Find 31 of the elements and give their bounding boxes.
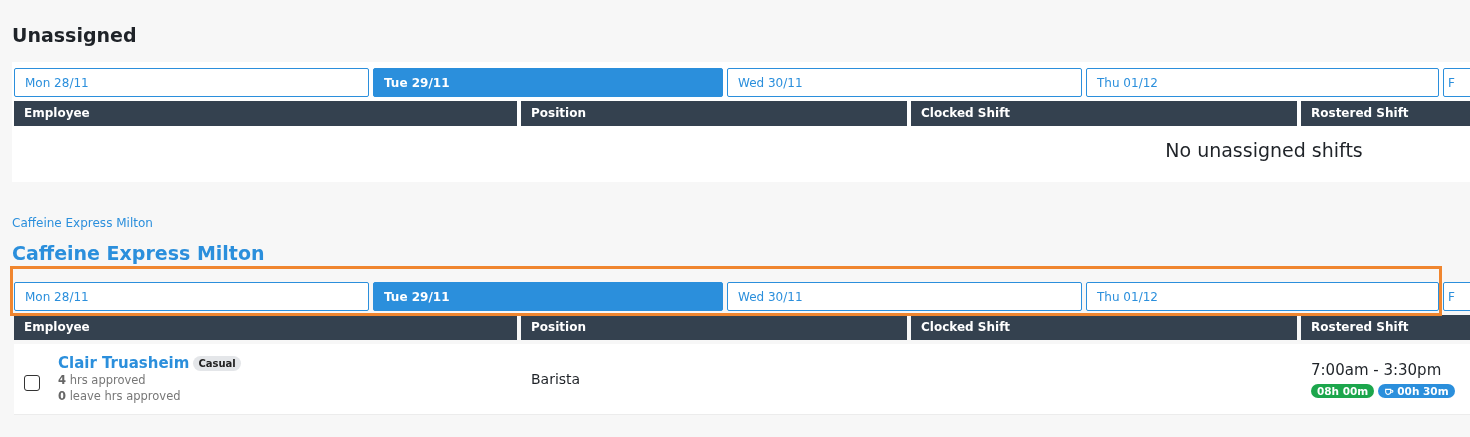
column-header: Rostered Shift — [1301, 101, 1470, 126]
day-tab[interactable]: Thu 01/12 — [1086, 68, 1439, 97]
day-tab[interactable]: F — [1443, 68, 1470, 97]
column-header: Employee — [14, 315, 517, 340]
column-header: Employee — [14, 101, 517, 126]
duration-badge: 08h 00m — [1311, 383, 1375, 398]
day-tab[interactable]: Wed 30/11 — [727, 68, 1082, 97]
day-tab[interactable]: Mon 28/11 — [14, 68, 369, 97]
column-header: Rostered Shift — [1301, 315, 1470, 340]
column-header: Clocked Shift — [911, 101, 1297, 126]
day-tab[interactable]: Thu 01/12 — [1086, 282, 1439, 311]
leave-hours: 0 leave hrs approved — [58, 388, 182, 404]
empty-message: No unassigned shifts — [1164, 138, 1364, 163]
breadcrumb-link[interactable]: Caffeine Express Milton — [12, 216, 153, 230]
day-tab[interactable]: Wed 30/11 — [727, 282, 1082, 311]
section-title: Caffeine Express Milton — [12, 242, 266, 264]
day-tab[interactable]: F — [1443, 282, 1470, 311]
day-tab[interactable]: Tue 29/11 — [373, 68, 723, 97]
column-header: Position — [521, 315, 907, 340]
break-badge: 00h 30m — [1378, 383, 1455, 398]
day-tab[interactable]: Tue 29/11 — [373, 282, 723, 311]
column-header: Position — [521, 101, 907, 126]
position-text: Barista — [531, 371, 581, 387]
day-tab[interactable]: Mon 28/11 — [14, 282, 369, 311]
section-title: Unassigned — [12, 24, 138, 46]
column-header: Clocked Shift — [911, 315, 1297, 340]
row-checkbox[interactable] — [24, 375, 40, 391]
employment-type-badge: Casual — [193, 355, 241, 371]
employee-name[interactable]: Clair Truasheim — [58, 354, 190, 372]
shift-time: 7:00am - 3:30pm — [1311, 360, 1442, 379]
approved-hours: 4 hrs approved — [58, 372, 147, 388]
